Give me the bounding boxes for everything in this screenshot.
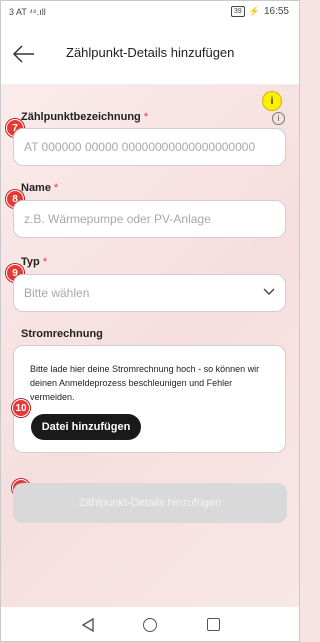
back-button[interactable] <box>11 42 37 66</box>
bill-upload-box: Bitte lade hier deine Stromrechnung hoch… <box>13 345 286 453</box>
charging-icon: ⚡ <box>248 6 260 16</box>
app-header: Zählpunkt-Details hinzufügen <box>1 23 299 85</box>
required-marker: * <box>143 111 149 123</box>
nav-recents-icon[interactable] <box>207 618 220 631</box>
type-select[interactable]: Bitte wählen <box>13 274 286 312</box>
meter-id-label: Zählpunktbezeichnung * <box>21 111 148 123</box>
clock: 16:55 <box>263 6 289 17</box>
app-screen: 3 AT ⁴⁶.ıll 39 ⚡ 16:55 Zählpunkt-Details… <box>0 0 300 642</box>
nav-back-icon[interactable] <box>82 618 94 632</box>
name-label: Name * <box>21 182 58 194</box>
battery-icon: 39 <box>230 6 245 17</box>
annotation-badge-10: 10 <box>12 399 30 417</box>
name-input[interactable]: z.B. Wärmepumpe oder PV-Anlage <box>13 200 286 238</box>
name-placeholder: z.B. Wärmepumpe oder PV-Anlage <box>24 212 211 226</box>
type-placeholder: Bitte wählen <box>24 286 90 300</box>
nav-home-icon[interactable] <box>143 618 157 632</box>
add-file-button[interactable]: Datei hinzufügen <box>31 414 141 440</box>
status-bar: 3 AT ⁴⁶.ıll 39 ⚡ 16:55 <box>1 1 299 23</box>
page-title: Zählpunkt-Details hinzufügen <box>66 45 235 60</box>
arrow-left-icon <box>12 45 34 63</box>
type-label: Typ * <box>21 256 47 268</box>
system-nav-bar <box>1 607 299 641</box>
type-label-text: Typ <box>21 256 40 268</box>
carrier-signal: 3 AT ⁴⁶.ıll <box>9 7 46 17</box>
bill-upload-hint: Bitte lade hier deine Stromrechnung hoch… <box>30 364 260 402</box>
info-icon[interactable]: i <box>272 112 285 125</box>
required-marker: * <box>42 256 48 268</box>
status-right: 39 ⚡ 16:55 <box>230 6 289 17</box>
required-marker: * <box>54 182 59 194</box>
meter-id-label-text: Zählpunktbezeichnung <box>21 111 141 123</box>
meter-id-placeholder: AT 000000 00000 00000000000000000000 <box>24 140 256 154</box>
annotation-badge-info: i <box>263 92 281 110</box>
name-label-text: Name <box>21 182 51 194</box>
meter-id-input[interactable]: AT 000000 00000 00000000000000000000 <box>13 128 286 166</box>
chevron-down-icon <box>263 288 275 295</box>
submit-button[interactable]: Zählpunkt-Details hinzufügen <box>13 483 287 523</box>
bill-label: Stromrechnung <box>21 328 103 340</box>
